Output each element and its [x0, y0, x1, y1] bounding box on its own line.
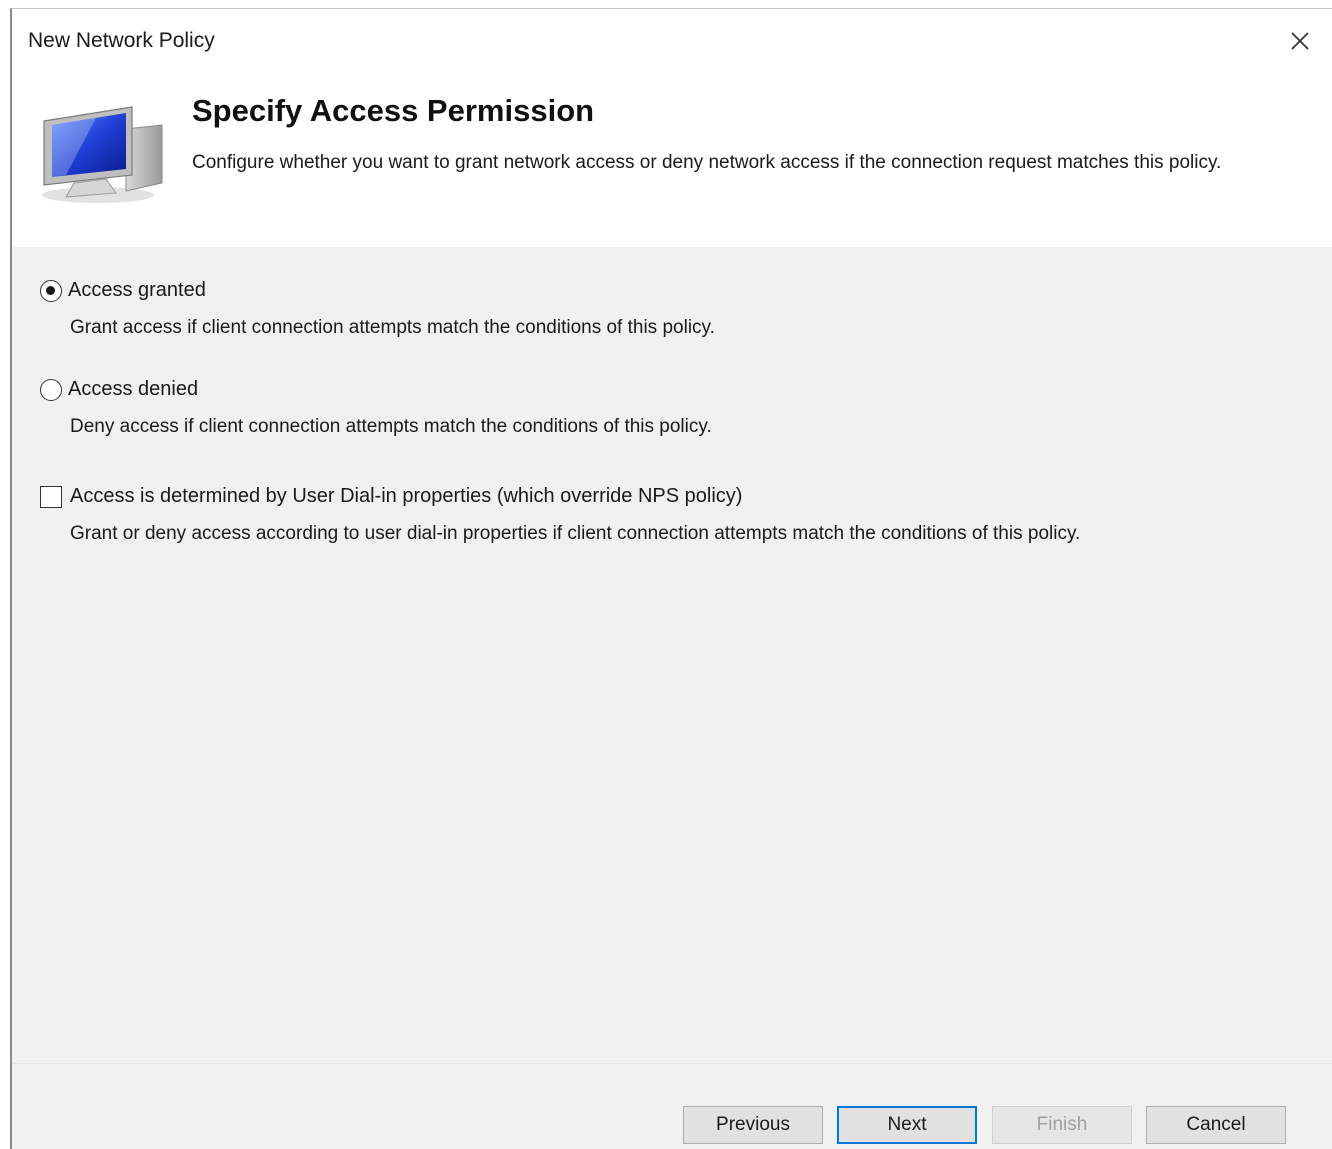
monitor-network-icon	[42, 106, 163, 203]
access-denied-radio[interactable]	[40, 378, 62, 401]
access-denied-label[interactable]: Access denied	[68, 378, 198, 401]
previous-button[interactable]: Previous	[683, 1106, 823, 1144]
dialin-checkbox-row[interactable]: Access is determined by User Dial-in pro…	[40, 485, 1080, 508]
access-denied-description: Deny access if client connection attempt…	[70, 416, 712, 437]
page-description: Configure whether you want to grant netw…	[192, 152, 1222, 173]
wizard-footer: Previous Next Finish Cancel	[12, 1063, 1332, 1149]
dialin-label[interactable]: Access is determined by User Dial-in pro…	[70, 485, 742, 508]
finish-button: Finish	[992, 1106, 1132, 1144]
access-granted-description: Grant access if client connection attemp…	[70, 317, 715, 338]
dialin-description: Grant or deny access according to user d…	[70, 523, 1081, 544]
dialog-window: New Network Policy Specify Access Permis…	[10, 8, 1332, 1149]
access-denied-radio-row[interactable]: Access denied	[40, 378, 712, 401]
window-title: New Network Policy	[28, 29, 215, 52]
page-title: Specify Access Permission	[192, 93, 595, 128]
access-granted-radio-row[interactable]: Access granted	[40, 279, 715, 302]
option-access-denied: Access denied Deny access if client conn…	[40, 378, 712, 438]
title-bar: New Network Policy	[12, 9, 1332, 71]
dialin-checkbox[interactable]	[40, 485, 62, 508]
option-dialin-properties: Access is determined by User Dial-in pro…	[40, 485, 1080, 545]
close-button[interactable]	[1282, 23, 1318, 59]
option-access-granted: Access granted Grant access if client co…	[40, 279, 715, 339]
access-granted-label[interactable]: Access granted	[68, 279, 206, 302]
close-icon	[1291, 32, 1309, 50]
next-button[interactable]: Next	[837, 1106, 977, 1144]
cancel-button[interactable]: Cancel	[1146, 1106, 1286, 1144]
wizard-content: Access granted Grant access if client co…	[12, 247, 1332, 1063]
wizard-header: Specify Access Permission Configure whet…	[12, 71, 1332, 247]
access-granted-radio[interactable]	[40, 279, 62, 302]
